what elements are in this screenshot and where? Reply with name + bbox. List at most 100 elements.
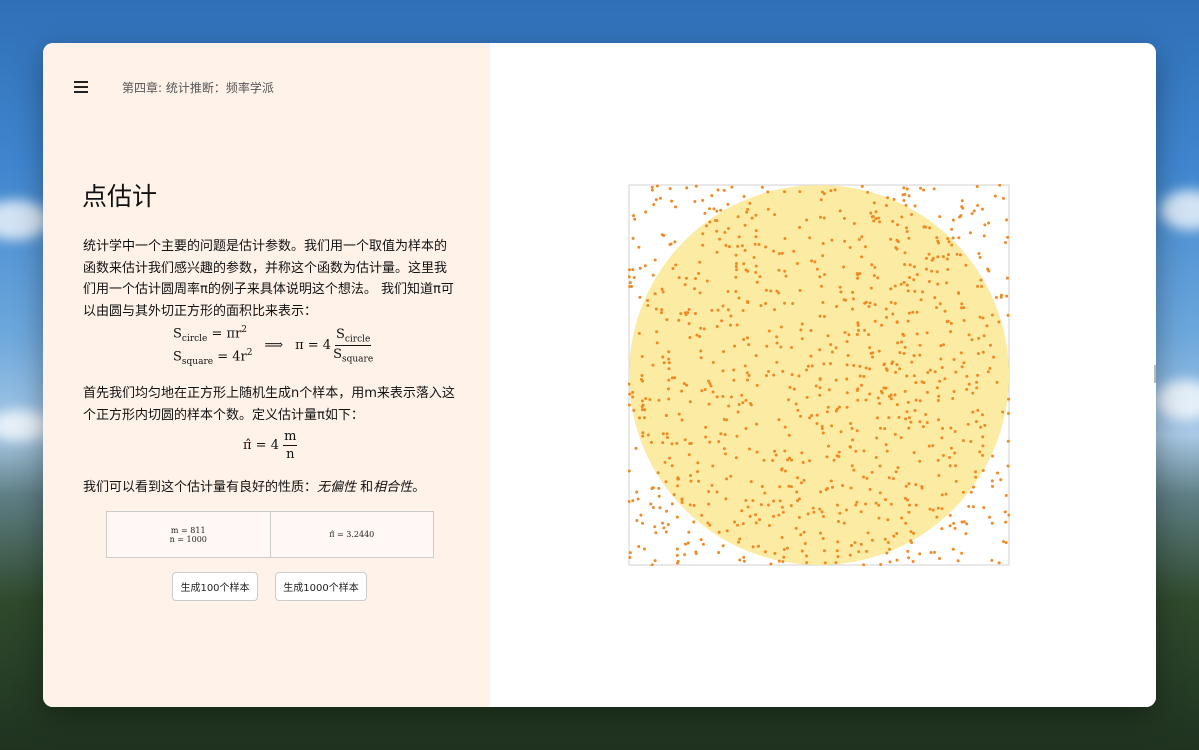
sample-point bbox=[790, 373, 794, 377]
sample-point bbox=[883, 427, 887, 431]
sample-point bbox=[821, 254, 825, 258]
generate-1000-samples-button[interactable]: 生成1000个样本 bbox=[275, 572, 367, 601]
sample-point bbox=[718, 237, 722, 241]
sample-point bbox=[833, 188, 837, 192]
sample-point bbox=[999, 478, 1003, 482]
sample-point bbox=[748, 514, 752, 518]
sample-point bbox=[700, 513, 704, 517]
sample-point bbox=[819, 215, 823, 219]
sample-point bbox=[640, 373, 644, 377]
sample-point bbox=[656, 471, 660, 475]
sample-point bbox=[664, 480, 668, 484]
sample-point bbox=[899, 282, 903, 286]
sample-point bbox=[868, 487, 872, 491]
sample-point bbox=[745, 378, 749, 382]
hamburger-menu-icon[interactable] bbox=[74, 80, 90, 94]
sample-point bbox=[644, 396, 648, 400]
sample-point bbox=[721, 369, 725, 373]
sample-point bbox=[1006, 313, 1010, 317]
sample-point bbox=[823, 561, 827, 565]
sample-point bbox=[754, 229, 758, 233]
sample-point bbox=[856, 276, 860, 280]
sample-point bbox=[668, 187, 672, 191]
sample-point bbox=[982, 334, 986, 338]
sample-point bbox=[838, 209, 842, 213]
sample-point bbox=[803, 542, 807, 546]
sample-point bbox=[753, 242, 757, 246]
sample-point bbox=[904, 203, 908, 207]
sample-point bbox=[795, 262, 799, 266]
sample-point bbox=[676, 484, 680, 488]
sample-point bbox=[896, 466, 900, 470]
sample-point bbox=[976, 373, 980, 377]
sample-point bbox=[701, 542, 705, 546]
sample-point bbox=[936, 399, 940, 403]
sample-point bbox=[637, 416, 641, 420]
sample-point bbox=[1006, 439, 1010, 443]
sample-point bbox=[939, 357, 943, 361]
sample-point bbox=[904, 484, 908, 488]
sample-point bbox=[655, 341, 659, 345]
sample-point bbox=[744, 427, 748, 431]
sample-point bbox=[967, 333, 971, 337]
sample-point bbox=[876, 396, 880, 400]
sample-point bbox=[791, 301, 795, 305]
sample-point bbox=[829, 479, 833, 483]
sample-point bbox=[931, 444, 935, 448]
sample-point bbox=[924, 256, 928, 260]
sample-point bbox=[740, 509, 744, 513]
sample-point bbox=[898, 351, 902, 355]
sample-point bbox=[857, 237, 861, 241]
sample-point bbox=[723, 433, 727, 437]
sample-point bbox=[961, 490, 965, 494]
sample-point bbox=[631, 395, 635, 399]
generate-100-samples-button[interactable]: 生成100个样本 bbox=[172, 572, 258, 601]
sample-point bbox=[808, 459, 812, 463]
sample-point bbox=[907, 556, 911, 560]
sample-point bbox=[644, 210, 648, 214]
sample-point bbox=[886, 540, 890, 544]
sample-point bbox=[999, 295, 1003, 299]
sample-point bbox=[707, 402, 711, 406]
sample-point bbox=[834, 409, 838, 413]
sample-point bbox=[872, 219, 876, 223]
sample-point bbox=[805, 395, 809, 399]
sample-point bbox=[921, 425, 925, 429]
sample-point bbox=[680, 418, 684, 422]
sample-point bbox=[949, 426, 953, 430]
resize-handle[interactable] bbox=[1154, 365, 1156, 383]
sample-point bbox=[977, 336, 981, 340]
sample-point bbox=[851, 297, 855, 301]
sample-point bbox=[925, 331, 929, 335]
sample-point bbox=[857, 550, 861, 554]
sample-point bbox=[867, 305, 871, 309]
sample-point bbox=[948, 464, 952, 468]
sample-point bbox=[798, 288, 802, 292]
sample-point bbox=[952, 389, 956, 393]
sample-point bbox=[769, 289, 773, 293]
sample-point bbox=[961, 439, 965, 443]
sample-point bbox=[755, 383, 759, 387]
sample-point bbox=[978, 255, 982, 259]
sample-point bbox=[940, 436, 944, 440]
sample-point bbox=[697, 479, 701, 483]
sample-point bbox=[928, 226, 932, 230]
sample-point bbox=[834, 346, 838, 350]
sample-point bbox=[968, 231, 972, 235]
sample-point bbox=[946, 237, 950, 241]
sample-point bbox=[906, 400, 910, 404]
sample-point bbox=[836, 555, 840, 559]
sample-point bbox=[935, 515, 939, 519]
sample-point bbox=[913, 289, 917, 293]
sample-point bbox=[774, 453, 778, 457]
sample-point bbox=[895, 531, 899, 535]
sample-point bbox=[683, 438, 687, 442]
sample-point bbox=[665, 509, 669, 513]
sample-point bbox=[687, 322, 691, 326]
sample-point bbox=[909, 530, 913, 534]
sample-point bbox=[845, 405, 849, 409]
sample-point bbox=[862, 475, 866, 479]
sample-point bbox=[919, 298, 923, 302]
sample-point bbox=[868, 392, 872, 396]
sample-point bbox=[918, 552, 922, 556]
